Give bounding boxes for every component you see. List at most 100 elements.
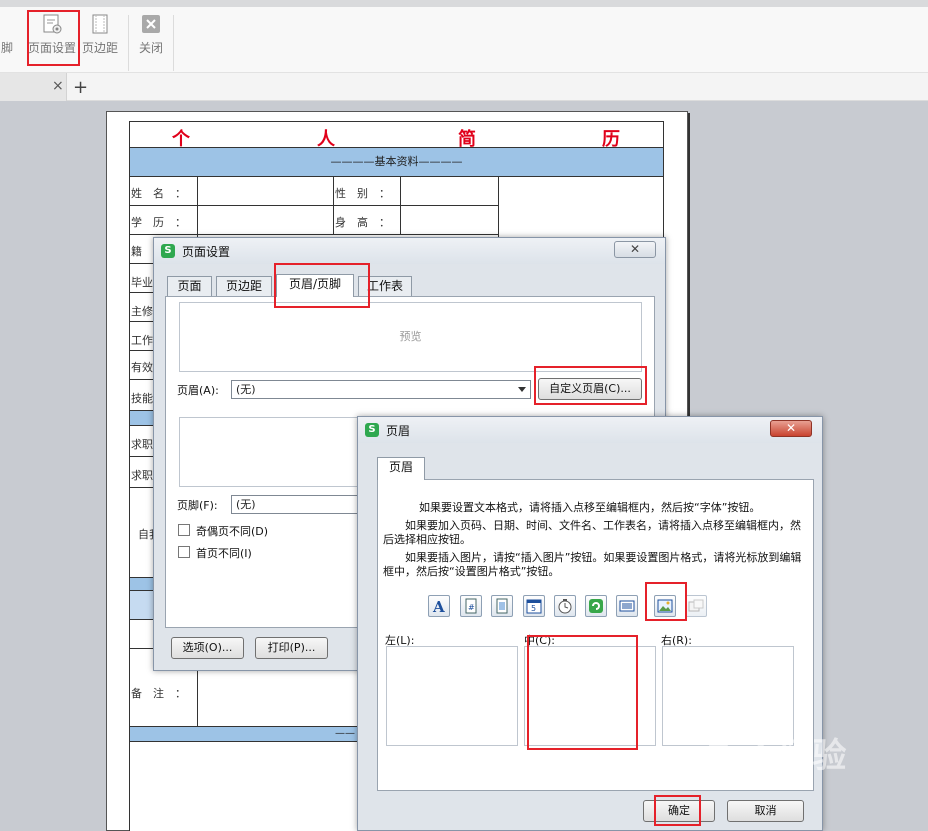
- sheet-name-icon: [619, 600, 635, 612]
- height-label: 身 高 ：: [335, 216, 390, 229]
- major-label: 主修: [131, 305, 153, 318]
- date-icon: 5: [526, 599, 542, 614]
- section-basic-label: ————基本资料————: [330, 155, 463, 168]
- header-dialog-titlebar: S 页眉 ✕: [358, 417, 822, 443]
- header-select[interactable]: (无): [231, 380, 531, 399]
- format-picture-icon: [688, 599, 704, 612]
- job2-label: 求职: [131, 469, 153, 482]
- annotation-box-page-setup: [27, 10, 80, 66]
- job1-label: 求职: [131, 438, 153, 451]
- page-number-button[interactable]: #: [460, 595, 482, 617]
- footer-select-value: (无): [236, 498, 256, 511]
- name-value-cell: [197, 176, 334, 206]
- instruction-picture: 如果要插入图片，请按“插入图片”按钮。如果要设置图片格式，请将光标放到编辑框中，…: [383, 551, 802, 578]
- time-button[interactable]: [554, 595, 576, 617]
- header-dialog-title: 页眉: [386, 424, 411, 438]
- resume-title-row: 个 人 简 历: [129, 121, 664, 150]
- instruction-font: 如果要设置文本格式，请将插入点移至编辑框内，然后按“字体”按钮。: [419, 501, 761, 514]
- format-picture-button[interactable]: [685, 595, 707, 617]
- tab-close-icon[interactable]: ×: [52, 78, 64, 94]
- svg-text:#: #: [468, 603, 475, 612]
- skill-label: 技能: [131, 392, 153, 405]
- font-icon: A: [432, 598, 445, 614]
- name-label-cell: 姓 名 ：: [129, 176, 198, 206]
- window-top-strip: [0, 0, 928, 7]
- gender-value-cell: [400, 176, 499, 206]
- baidu-watermark: Bai 经验: [706, 728, 846, 777]
- document-tab[interactable]: ×: [0, 73, 67, 101]
- close-icon: [142, 15, 160, 33]
- svg-text:A: A: [432, 598, 445, 614]
- header-footer-label: 脚: [0, 41, 13, 55]
- tab-margins[interactable]: 页边距: [216, 276, 272, 297]
- first-page-label: 首页不同(I): [196, 547, 252, 560]
- annotation-box-insert-picture: [645, 582, 687, 621]
- height-value-cell: [400, 205, 499, 235]
- document-tab-bar: [0, 73, 928, 101]
- page-count-icon: [496, 598, 508, 614]
- print-button[interactable]: 打印(P)...: [255, 637, 328, 659]
- footer-select-label: 页脚(F):: [177, 499, 218, 512]
- options-button[interactable]: 选项(O)...: [171, 637, 244, 659]
- margins-button[interactable]: 页边距: [80, 13, 120, 67]
- bottom-empty-cell: [129, 741, 360, 831]
- odd-even-label: 奇偶页不同(D): [196, 525, 269, 538]
- graduate-label: 毕业: [131, 276, 153, 289]
- page-count-button[interactable]: [491, 595, 513, 617]
- odd-even-checkbox[interactable]: [178, 524, 190, 536]
- svg-text:5: 5: [531, 604, 536, 613]
- app-logo-icon: S: [365, 423, 379, 437]
- instruction-fields: 如果要加入页码、日期、时间、文件名、工作表名，请将插入点移至编辑框内，然后选择相…: [383, 519, 801, 546]
- margins-label: 页边距: [81, 41, 118, 55]
- name-label: 姓 名 ：: [131, 187, 186, 200]
- page-setup-titlebar: S 页面设置 ✕: [154, 238, 665, 264]
- toolbar: 脚 页面设置 页边距 关闭: [0, 7, 928, 73]
- sheet-name-button[interactable]: [616, 595, 638, 617]
- left-section-textarea[interactable]: [386, 646, 518, 746]
- new-tab-icon[interactable]: +: [73, 77, 88, 98]
- annotation-box-center-section: [527, 635, 638, 750]
- section-bottom-label: ——: [335, 728, 355, 739]
- annotation-box-ok-button: [654, 795, 701, 826]
- page-setup-title: 页面设置: [182, 245, 231, 259]
- file-name-icon: [589, 599, 603, 613]
- toolbar-divider: [173, 15, 174, 71]
- header-select-value: (无): [236, 383, 256, 396]
- tab-header[interactable]: 页眉: [377, 457, 425, 480]
- date-button[interactable]: 5: [523, 595, 545, 617]
- time-icon: [558, 599, 572, 614]
- toolbar-divider: [128, 15, 129, 71]
- section-bar-bottom: ——: [129, 726, 360, 742]
- footer-select[interactable]: (无): [231, 495, 371, 514]
- chevron-down-icon: [518, 387, 526, 392]
- header-dialog-close-button[interactable]: ✕: [770, 420, 812, 437]
- header-footer-icon: [0, 13, 18, 35]
- close-header-footer-button[interactable]: 关闭: [134, 13, 168, 67]
- header-select-label: 页眉(A):: [177, 384, 219, 397]
- education-value-cell: [197, 205, 334, 235]
- gender-label-cell: 性 别 ：: [333, 176, 401, 206]
- work-label: 工作: [131, 334, 153, 347]
- page-number-icon: #: [465, 598, 477, 614]
- file-name-button[interactable]: [585, 595, 607, 617]
- page-setup-close-button[interactable]: ✕: [614, 241, 656, 258]
- header-preview-box: 预览: [179, 302, 642, 372]
- header-footer-button-partial[interactable]: 脚: [0, 13, 18, 67]
- tab-page[interactable]: 页面: [167, 276, 212, 297]
- gender-label: 性 别 ：: [335, 187, 390, 200]
- baidu-watermark-text: Bai 经验: [706, 736, 847, 776]
- education-label: 学 历 ：: [131, 216, 186, 229]
- valid-label: 有效: [131, 361, 153, 374]
- first-page-checkbox[interactable]: [178, 546, 190, 558]
- annotation-box-custom-header: [534, 366, 647, 405]
- close-label: 关闭: [138, 41, 163, 55]
- height-label-cell: 身 高 ：: [333, 205, 401, 235]
- app-logo-icon: S: [161, 244, 175, 258]
- annotation-box-header-footer-tab: [274, 263, 370, 308]
- hometown-label: 籍: [131, 245, 142, 258]
- section-basic-info: ————基本资料————: [129, 147, 664, 177]
- remarks-label: 备 注 ：: [131, 687, 186, 700]
- font-button[interactable]: A: [428, 595, 450, 617]
- preview-label: 预览: [399, 330, 422, 343]
- cancel-button[interactable]: 取消: [727, 800, 804, 822]
